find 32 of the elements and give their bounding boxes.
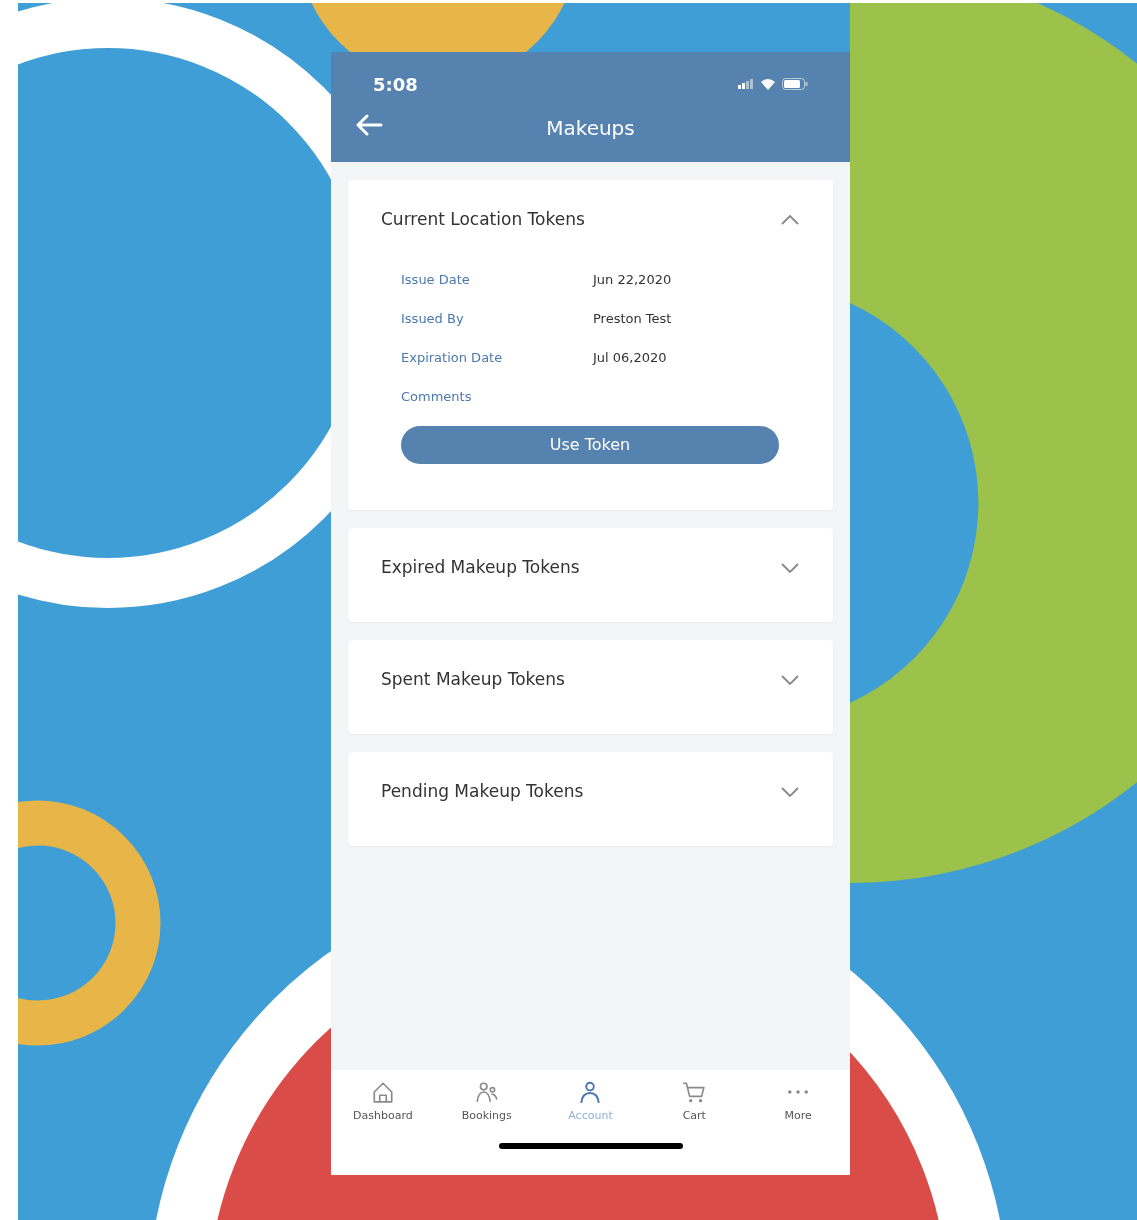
- accordion-header[interactable]: Pending Makeup Tokens: [381, 752, 800, 832]
- tab-item[interactable]: More: [746, 1080, 850, 1125]
- person-icon: [578, 1080, 603, 1104]
- back-button[interactable]: [355, 114, 383, 136]
- back-arrow-icon: [355, 114, 383, 136]
- detail-label: Expiration Date: [401, 348, 504, 367]
- detail-value: Preston Test: [593, 309, 672, 328]
- people-icon: [474, 1080, 499, 1104]
- battery-icon: [782, 78, 808, 90]
- detail-label: Issued By: [401, 309, 465, 328]
- chevron-down-icon: [780, 674, 800, 686]
- accordion-header[interactable]: Expired Makeup Tokens: [381, 528, 800, 608]
- status-time: 5:08: [373, 72, 418, 97]
- tab-item[interactable]: Dashboard: [331, 1080, 435, 1125]
- accordion-header[interactable]: Spent Makeup Tokens: [381, 640, 800, 720]
- detail-label: Issue Date: [401, 270, 471, 289]
- detail-value: Jul 06,2020: [593, 348, 667, 367]
- accordion-header[interactable]: Current Location Tokens: [381, 180, 800, 260]
- detail-value: Jun 22,2020: [593, 270, 672, 289]
- signal-icon: [738, 79, 754, 89]
- tab-item[interactable]: Cart: [642, 1080, 747, 1125]
- chevron-down-icon: [780, 786, 800, 798]
- detail-label: Comments: [401, 387, 473, 406]
- more-icon: [788, 1090, 809, 1094]
- cart-icon: [682, 1080, 707, 1104]
- wifi-icon: [760, 78, 776, 90]
- home-icon: [370, 1080, 395, 1104]
- page-title: Makeups: [546, 115, 635, 142]
- tab-item[interactable]: Bookings: [434, 1080, 539, 1125]
- chevron-up-icon: [780, 214, 800, 226]
- use-token-button[interactable]: Use Token: [401, 426, 779, 464]
- chevron-down-icon: [780, 562, 800, 574]
